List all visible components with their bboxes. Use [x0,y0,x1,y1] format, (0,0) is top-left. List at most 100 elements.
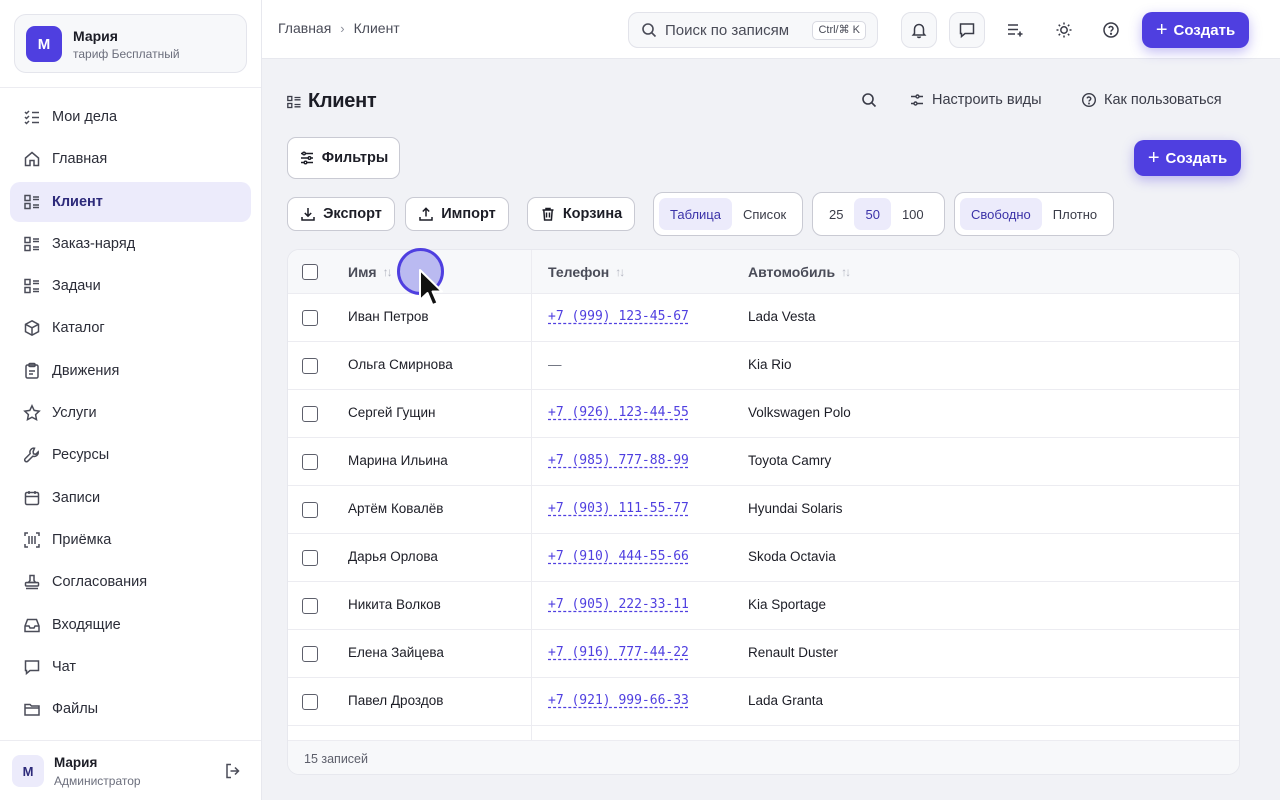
sidebar-item-clients[interactable]: Клиент [10,181,251,222]
notifications-button[interactable] [901,12,937,48]
row-checkbox[interactable] [302,310,318,326]
filters-button[interactable]: Фильтры [287,137,400,179]
sidebar-item-services[interactable]: Услуги [10,393,251,433]
search-icon [862,93,877,108]
cell-name[interactable]: Елена Зайцева [348,645,444,660]
help-button[interactable] [1093,12,1129,48]
cell-phone[interactable]: +7 (905) 222-33-11 [548,597,689,612]
account-switcher[interactable]: М Мария тариф Бесплатный [14,14,247,73]
row-checkbox[interactable] [302,598,318,614]
row-checkbox[interactable] [302,646,318,662]
sidebar-item-appointments[interactable]: Записи [10,478,251,518]
create-label: Создать [1173,21,1236,39]
row-checkbox[interactable] [302,454,318,470]
create-button-top[interactable]: + Создать [1142,12,1249,48]
cell-phone[interactable]: +7 (903) 111-55-77 [548,501,689,516]
theme-toggle-button[interactable] [1046,12,1082,48]
list-icon [23,277,41,295]
cell-name[interactable]: Артём Ковалёв [348,501,443,516]
sidebar-item-label: Согласования [52,574,148,591]
view-list-option[interactable]: Список [732,198,797,230]
sidebar-item-approvals[interactable]: Согласования [10,562,251,602]
download-icon [301,208,315,221]
row-checkbox[interactable] [302,406,318,422]
sort-icon[interactable]: ↑↓ [383,265,393,279]
cell-name[interactable]: Марина Ильина [348,453,448,468]
row-checkbox[interactable] [302,694,318,710]
cell-car: Skoda Octavia [748,549,836,564]
chat-icon [23,658,41,676]
logout-icon[interactable] [224,762,242,780]
list-icon [287,95,301,109]
view-table-option[interactable]: Таблица [659,198,732,230]
table-row[interactable]: Дарья Орлова +7 (910) 444-55-66 Skoda Octa… [288,534,1239,582]
table-row[interactable]: Артём Ковалёв +7 (903) 111-55-77 Hyundai S… [288,486,1239,534]
sidebar-item-chat[interactable]: Чат [10,647,251,687]
cell-name[interactable]: Дарья Орлова [348,549,438,564]
plus-icon: + [1155,19,1168,41]
view-mode-toggle: Таблица Список [653,192,803,236]
cell-phone[interactable]: +7 (910) 444-55-66 [548,549,689,564]
sidebar-item-label: Входящие [52,616,121,633]
export-button[interactable]: Экспорт [287,197,395,231]
create-button[interactable]: + Создать [1134,140,1241,176]
user-avatar[interactable]: М [12,755,44,787]
cell-name[interactable]: Ольга Смирнова [348,357,453,372]
import-button[interactable]: Импорт [405,197,509,231]
search-placeholder: Поиск по записям [665,21,790,39]
search-input[interactable]: Поиск по записям Ctrl/⌘ K [628,12,878,48]
select-all-checkbox[interactable] [302,264,318,280]
quick-add-button[interactable] [997,12,1033,48]
sidebar-item-work-orders[interactable]: Заказ-наряд [10,224,251,264]
table-footer: 15 записей [288,740,1239,774]
sidebar-item-movements[interactable]: Движения [10,351,251,391]
table-row[interactable]: Марина Ильина +7 (985) 777-88-99 Toyota Ca… [288,438,1239,486]
table-row[interactable]: Павел Дроздов +7 (921) 999-66-33 Lada Gran… [288,678,1239,726]
row-checkbox[interactable] [302,358,318,374]
sidebar-item-tasks[interactable]: Задачи [10,266,251,306]
page-size-100[interactable]: 100 [891,198,935,230]
configure-views-button[interactable]: Настроить виды [909,92,1042,108]
table-row[interactable]: Ольга Смирнова — Kia Rio [288,342,1239,390]
create-label: Создать [1165,149,1228,167]
cell-phone[interactable]: +7 (985) 777-88-99 [548,453,689,468]
cell-name[interactable]: Сергей Гущин [348,405,435,420]
sidebar-item-catalog[interactable]: Каталог [10,308,251,348]
trash-button[interactable]: Корзина [527,197,635,231]
sidebar-item-inbox[interactable]: Входящие [10,605,251,645]
cell-name[interactable]: Никита Волков [348,597,441,612]
sort-icon[interactable]: ↑↓ [615,265,625,279]
page-size-50[interactable]: 50 [854,198,891,230]
cell-name[interactable]: Иван Петров [348,309,429,324]
row-checkbox[interactable] [302,502,318,518]
table-row[interactable]: Сергей Гущин +7 (926) 123-44-55 Volkswagen… [288,390,1239,438]
cell-name[interactable]: Павел Дроздов [348,693,443,708]
cell-phone[interactable]: +7 (926) 123-44-55 [548,405,689,420]
table-row[interactable]: Никита Волков +7 (905) 222-33-11 Kia Sport… [288,582,1239,630]
sidebar-item-my-tasks[interactable]: Мои дела [10,97,251,137]
page-search-button[interactable] [861,92,884,108]
sort-icon[interactable]: ↑↓ [841,265,851,279]
density-loose-option[interactable]: Свободно [960,198,1042,230]
sidebar-item-home[interactable]: Главная [10,139,251,179]
page-size-25[interactable]: 25 [818,198,854,230]
cell-phone[interactable]: +7 (916) 777-44-22 [548,645,689,660]
how-to-use-button[interactable]: Как пользоваться [1081,92,1222,108]
cell-phone[interactable]: +7 (921) 999-66-33 [548,693,689,708]
sidebar-item-resources[interactable]: Ресурсы [10,435,251,475]
list-icon [23,193,41,211]
cell-phone[interactable]: +7 (999) 123-45-67 [548,309,689,324]
sidebar-item-files[interactable]: Файлы [10,689,251,729]
messages-button[interactable] [949,12,985,48]
cell-car: Renault Duster [748,645,839,660]
table-row[interactable]: Елена Зайцева +7 (916) 777-44-22 Renault D… [288,630,1239,678]
column-header-car[interactable]: Автомобиль ↑↓ [748,264,851,280]
row-checkbox[interactable] [302,550,318,566]
clients-table: Имя ↑↓ Телефон ↑↓ Автомобиль ↑↓ Иван Пет… [287,249,1240,775]
column-header-name[interactable]: Имя ↑↓ [348,264,393,280]
sidebar-item-label: Движения [52,362,120,379]
breadcrumb-home[interactable]: Главная [278,20,331,36]
column-header-phone[interactable]: Телефон ↑↓ [548,264,625,280]
density-compact-option[interactable]: Плотно [1042,198,1108,230]
sidebar-item-intake[interactable]: Приёмка [10,520,251,560]
